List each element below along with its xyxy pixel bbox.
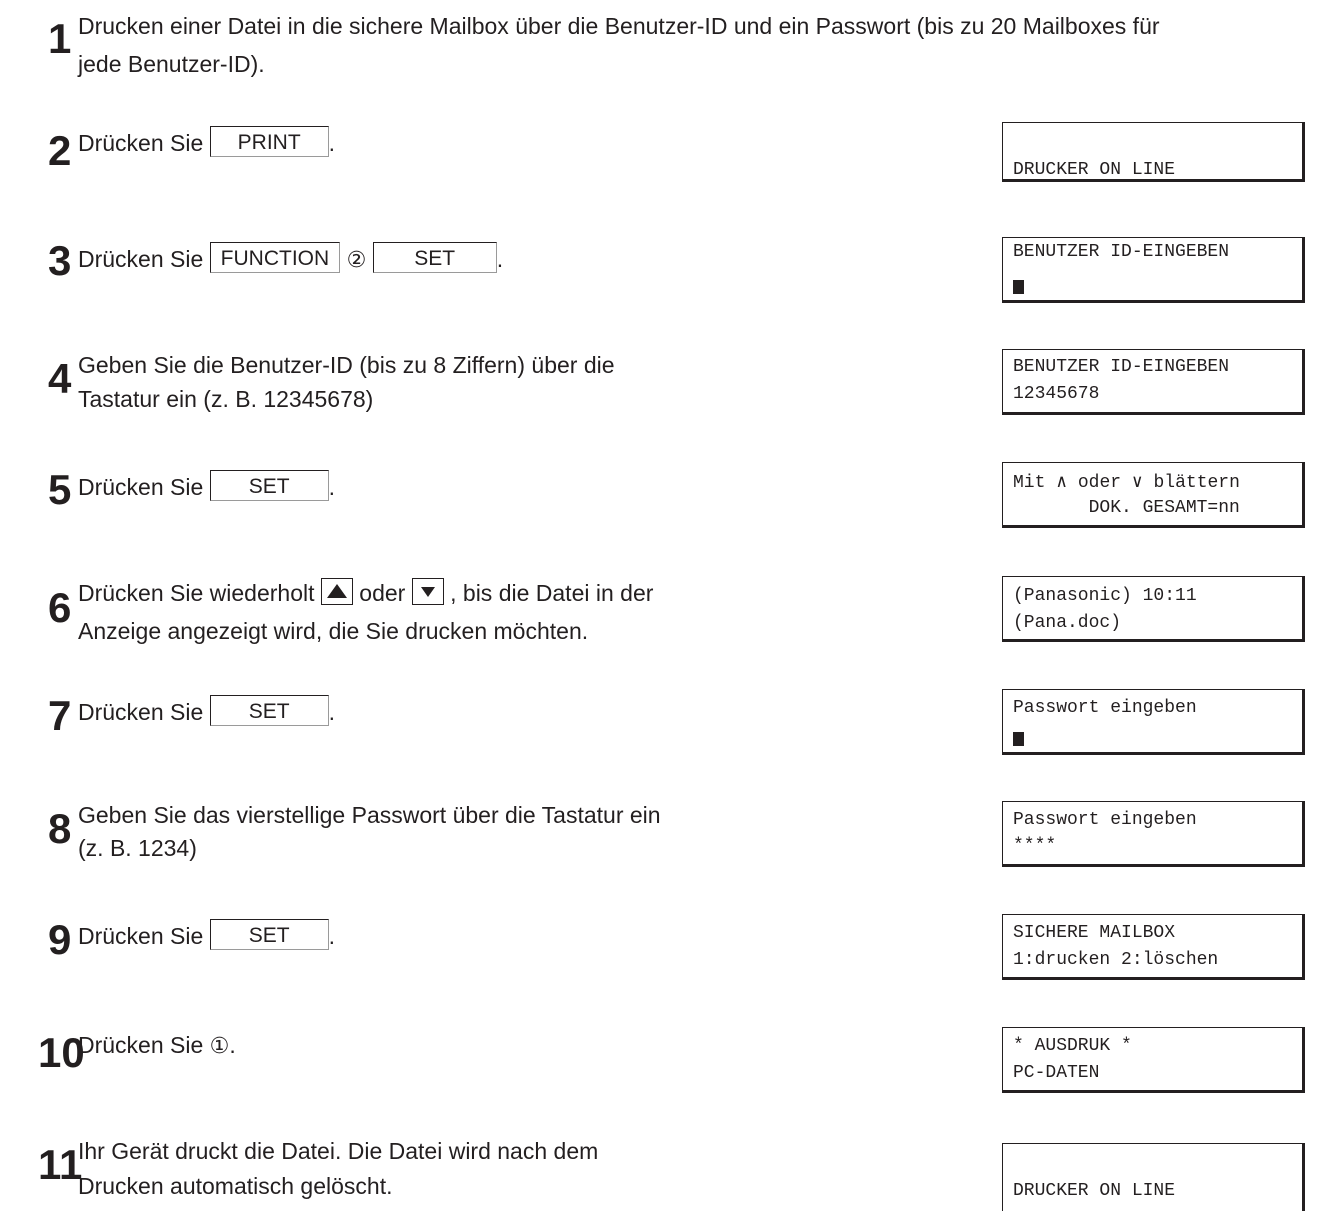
lcd-cursor	[1013, 732, 1024, 746]
lcd-display-9: * AUSDRUK * PC-DATEN	[1002, 1027, 1305, 1093]
step-suffix: .	[328, 699, 336, 725]
step-number: 8	[48, 805, 72, 852]
step-text-line-1: Geben Sie die Benutzer-ID (bis zu 8 Ziff…	[78, 352, 615, 378]
step-prefix: Drücken Sie	[78, 1032, 204, 1058]
step-text-line-2: Anzeige angezeigt wird, die Sie drucken …	[78, 618, 589, 644]
circled-one-key-icon: ①	[209, 1033, 230, 1058]
up-arrow-key-icon	[320, 578, 353, 606]
step-number: 1	[48, 15, 72, 62]
lcd-line-2: 1:drucken 2:löschen	[1013, 950, 1219, 970]
lcd-display-4: Mit ∧ oder ∨ blättern DOK. GESAMT=nn	[1002, 462, 1305, 528]
lcd-line-1: Passwort eingeben	[1013, 810, 1197, 830]
step-number: 6	[48, 584, 72, 631]
lcd-line-1: Mit ∧ oder ∨ blättern	[1013, 473, 1240, 493]
step-text: Drücken Sie SET.	[78, 694, 335, 731]
lcd-display-2: BENUTZER ID-EINGEBEN	[1002, 237, 1305, 303]
lcd-line-2: DOK. GESAMT=nn	[1013, 498, 1240, 518]
lcd-line-1: BENUTZER ID-EINGEBEN	[1013, 242, 1230, 262]
lcd-display-1: DRUCKER ON LINE	[1002, 122, 1305, 182]
step-prefix: Drücken Sie	[78, 699, 204, 725]
lcd-line-1: * AUSDRUK *	[1013, 1036, 1132, 1056]
lcd-display-6: Passwort eingeben	[1002, 689, 1305, 755]
function-key-button: FUNCTION	[209, 242, 341, 274]
step-text: Drücken Sie ①.	[78, 1027, 236, 1064]
set-key-button: SET	[372, 242, 497, 274]
set-key-button: SET	[209, 919, 329, 951]
step-suffix: .	[328, 130, 336, 156]
lcd-display-7: Passwort eingeben ****	[1002, 801, 1305, 867]
step-number: 5	[48, 466, 72, 513]
step-prefix: Drücken Sie	[78, 474, 204, 500]
step-text: Drücken Sie SET.	[78, 918, 335, 955]
step-text-line-1: Ihr Gerät druckt die Datei. Die Datei wi…	[78, 1138, 599, 1164]
step-text-line-1: Drucken einer Datei in die sichere Mailb…	[78, 13, 1160, 39]
step-prefix: Drücken Sie	[78, 246, 204, 272]
step-number: 3	[48, 237, 72, 284]
lcd-display-10: DRUCKER ON LINE	[1002, 1143, 1305, 1211]
step-number: 9	[48, 916, 72, 963]
down-arrow-key-icon	[411, 578, 444, 606]
step-text: Drücken Sie PRINT.	[78, 125, 335, 162]
step-suffix: , bis die Datei in der	[450, 580, 654, 606]
lcd-line-1: SICHERE MAILBOX	[1013, 923, 1176, 943]
step-number: 7	[48, 692, 72, 739]
lcd-line-2: DRUCKER ON LINE	[1013, 160, 1176, 180]
set-key-button: SET	[209, 695, 329, 727]
lcd-line-2: ****	[1013, 836, 1057, 856]
lcd-cursor	[1013, 280, 1024, 294]
step-suffix: .	[328, 474, 336, 500]
step-text-line-2: jede Benutzer-ID).	[78, 51, 265, 77]
step-prefix: Drücken Sie wiederholt	[78, 580, 315, 606]
step-mid: oder	[359, 580, 406, 606]
circled-two-key-icon: ②	[346, 247, 367, 272]
step-text-line-1: Drücken Sie wiederholt oder , bis die Da…	[78, 575, 653, 612]
lcd-display-3: BENUTZER ID-EINGEBEN 12345678	[1002, 349, 1305, 415]
step-text: Drücken Sie FUNCTION ② SET.	[78, 241, 503, 278]
step-text-line-1: Geben Sie das vierstellige Passwort über…	[78, 802, 661, 828]
lcd-line-1: (Panasonic) 10:11	[1013, 586, 1197, 606]
step-text-line-2: (z. B. 1234)	[78, 835, 197, 861]
lcd-line-2: DRUCKER ON LINE	[1013, 1181, 1176, 1201]
step-suffix: .	[328, 923, 336, 949]
step-prefix: Drücken Sie	[78, 130, 204, 156]
lcd-line-2: (Pana.doc)	[1013, 613, 1122, 633]
step-text-line-2: Drucken automatisch gelöscht.	[78, 1173, 393, 1199]
lcd-line-2: 12345678	[1013, 384, 1100, 404]
step-suffix: .	[496, 246, 504, 272]
set-key-button: SET	[209, 470, 329, 502]
lcd-line-1: BENUTZER ID-EINGEBEN	[1013, 357, 1230, 377]
lcd-line-1: Passwort eingeben	[1013, 698, 1197, 718]
step-number: 4	[48, 355, 72, 402]
step-suffix: .	[229, 1032, 236, 1058]
step-text: Drücken Sie SET.	[78, 469, 335, 506]
step-number: 11	[38, 1141, 83, 1188]
lcd-display-8: SICHERE MAILBOX 1:drucken 2:löschen	[1002, 914, 1305, 980]
print-key-button: PRINT	[209, 126, 329, 158]
step-number: 2	[48, 127, 72, 174]
lcd-line-2: PC-DATEN	[1013, 1063, 1100, 1083]
lcd-display-5: (Panasonic) 10:11 (Pana.doc)	[1002, 576, 1305, 642]
step-prefix: Drücken Sie	[78, 923, 204, 949]
step-text-line-2: Tastatur ein (z. B. 12345678)	[78, 386, 374, 412]
